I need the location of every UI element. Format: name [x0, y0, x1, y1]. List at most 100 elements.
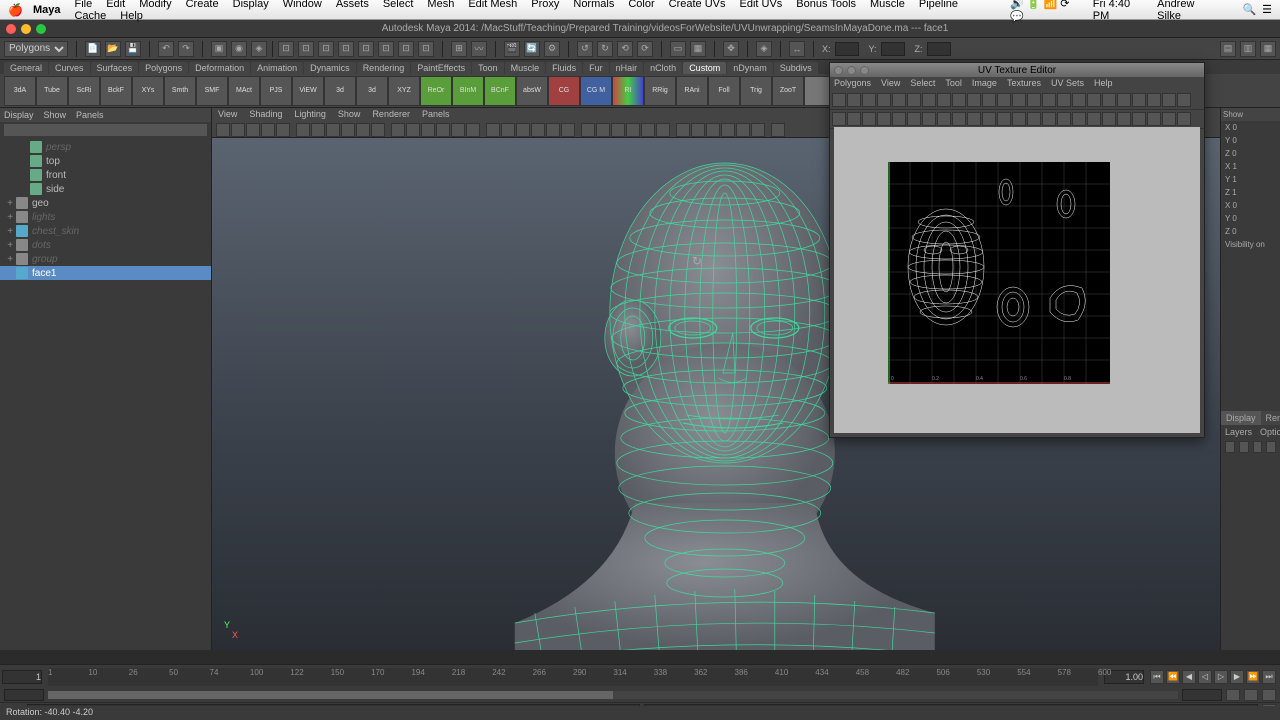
- vp-tool-6[interactable]: [311, 123, 325, 137]
- outliner-item-group[interactable]: +group: [0, 252, 211, 266]
- uv-menu-textures[interactable]: Textures: [1007, 78, 1041, 90]
- construction-history-icon[interactable]: ◈: [756, 41, 772, 57]
- uv-tool-1-19[interactable]: [1117, 112, 1131, 126]
- rewind-button[interactable]: ⏮: [1150, 670, 1164, 684]
- outliner-item-face1[interactable]: face1: [0, 266, 211, 280]
- shelf-tab-dynamics[interactable]: Dynamics: [304, 62, 356, 74]
- uv-tool-1-8[interactable]: [952, 112, 966, 126]
- outliner-item-front[interactable]: front: [0, 168, 211, 182]
- outliner-item-geo[interactable]: +geo: [0, 196, 211, 210]
- sidebar-toggle-3-icon[interactable]: ▦: [1260, 41, 1276, 57]
- sel-filter-6-icon[interactable]: ⊡: [378, 41, 394, 57]
- shelf-tab-rendering[interactable]: Rendering: [357, 62, 411, 74]
- uv-tool-0-20[interactable]: [1132, 93, 1146, 107]
- shelf-icon-17[interactable]: CG: [548, 76, 580, 106]
- uv-menu-view[interactable]: View: [881, 78, 900, 90]
- shelf-icon-8[interactable]: PJS: [260, 76, 292, 106]
- sidebar-toggle-1-icon[interactable]: ▤: [1220, 41, 1236, 57]
- sidebar-toggle-2-icon[interactable]: ▥: [1240, 41, 1256, 57]
- uv-tool-0-22[interactable]: [1162, 93, 1176, 107]
- uv-tool-0-9[interactable]: [967, 93, 981, 107]
- attr-scale-z[interactable]: Z 0: [1221, 225, 1280, 238]
- outliner-item-side[interactable]: side: [0, 182, 211, 196]
- uv-tool-0-14[interactable]: [1042, 93, 1056, 107]
- shelf-tab-fur[interactable]: Fur: [583, 62, 609, 74]
- uv-tool-1-18[interactable]: [1102, 112, 1116, 126]
- coord-y-input[interactable]: [881, 42, 905, 56]
- shelf-icon-13[interactable]: ReOr: [420, 76, 452, 106]
- layer-icon-3[interactable]: [1253, 441, 1263, 453]
- sel-filter-1-icon[interactable]: ⊡: [278, 41, 294, 57]
- range-start-field[interactable]: [4, 689, 44, 701]
- layer-tab-display[interactable]: Display: [1221, 411, 1261, 425]
- coord-z-input[interactable]: [927, 42, 951, 56]
- uv-tool-1-13[interactable]: [1027, 112, 1041, 126]
- outliner-filter-input[interactable]: [4, 124, 207, 136]
- vp-tool-12[interactable]: [406, 123, 420, 137]
- shelf-icon-6[interactable]: SMF: [196, 76, 228, 106]
- vp-menu-show[interactable]: Show: [338, 109, 361, 121]
- uv-tool-1-3[interactable]: [877, 112, 891, 126]
- vp-tool-31[interactable]: [706, 123, 720, 137]
- shelf-tab-subdivs[interactable]: Subdivs: [774, 62, 818, 74]
- save-scene-icon[interactable]: 💾: [125, 41, 141, 57]
- uv-tool-1-4[interactable]: [892, 112, 906, 126]
- shelf-icon-21[interactable]: RAni: [676, 76, 708, 106]
- shelf-icon-19[interactable]: RI: [612, 76, 644, 106]
- vp-tool-11[interactable]: [391, 123, 405, 137]
- shelf-icon-20[interactable]: RRig: [644, 76, 676, 106]
- outliner-item-top[interactable]: top: [0, 154, 211, 168]
- shelf-icon-23[interactable]: Trig: [740, 76, 772, 106]
- visibility-attr[interactable]: Visibility on: [1221, 238, 1280, 251]
- uv-tool-0-7[interactable]: [937, 93, 951, 107]
- uv-tool-1-0[interactable]: [832, 112, 846, 126]
- prefs-icon[interactable]: [1262, 689, 1276, 701]
- attr-rotate-x[interactable]: X 1: [1221, 160, 1280, 173]
- mac-menu-muscle[interactable]: Muscle: [870, 0, 905, 10]
- uv-tool-0-19[interactable]: [1117, 93, 1131, 107]
- vp-tool-34[interactable]: [751, 123, 765, 137]
- range-end-field[interactable]: [1182, 689, 1222, 701]
- mac-menu-assets[interactable]: Assets: [336, 0, 369, 10]
- vp-tool-21[interactable]: [546, 123, 560, 137]
- vp-tool-0[interactable]: [216, 123, 230, 137]
- quick-layout-2-icon[interactable]: ▦: [690, 41, 706, 57]
- shelf-icon-7[interactable]: MAct: [228, 76, 260, 106]
- snap-curve-icon[interactable]: 〰: [471, 41, 487, 57]
- shelf-tab-painteffects[interactable]: PaintEffects: [411, 62, 471, 74]
- apple-icon[interactable]: 🍎: [8, 3, 23, 17]
- uv-tool-0-17[interactable]: [1087, 93, 1101, 107]
- shelf-icon-16[interactable]: absW: [516, 76, 548, 106]
- open-scene-icon[interactable]: 📂: [105, 41, 121, 57]
- mac-menu-bonustools[interactable]: Bonus Tools: [796, 0, 856, 10]
- attr-translate-z[interactable]: Z 0: [1221, 147, 1280, 160]
- uv-menu-uvsets[interactable]: UV Sets: [1051, 78, 1084, 90]
- uv-tool-1-6[interactable]: [922, 112, 936, 126]
- attr-scale-y[interactable]: Y 0: [1221, 212, 1280, 225]
- uv-close-button[interactable]: [834, 66, 843, 75]
- redo-icon[interactable]: ↷: [178, 41, 194, 57]
- uv-tool-0-2[interactable]: [862, 93, 876, 107]
- menuset-dropdown[interactable]: Polygons: [4, 41, 68, 57]
- shelf-icon-1[interactable]: Tube: [36, 76, 68, 106]
- uv-tool-1-11[interactable]: [997, 112, 1011, 126]
- uv-menu-tool[interactable]: Tool: [945, 78, 962, 90]
- shelf-tab-deformation[interactable]: Deformation: [189, 62, 250, 74]
- vp-tool-26[interactable]: [626, 123, 640, 137]
- shelf-icon-11[interactable]: 3d: [356, 76, 388, 106]
- layer-icon-4[interactable]: [1266, 441, 1276, 453]
- uv-tool-1-5[interactable]: [907, 112, 921, 126]
- vp-menu-renderer[interactable]: Renderer: [372, 109, 410, 121]
- mac-menu-window[interactable]: Window: [283, 0, 322, 10]
- uv-tool-1-12[interactable]: [1012, 112, 1026, 126]
- shelf-icon-2[interactable]: ScRi: [68, 76, 100, 106]
- uv-tool-0-12[interactable]: [1012, 93, 1026, 107]
- uv-tool-0-16[interactable]: [1072, 93, 1086, 107]
- mac-menu-help[interactable]: Help: [120, 10, 143, 22]
- mac-menu-createuvs[interactable]: Create UVs: [669, 0, 726, 10]
- shelf-tab-toon[interactable]: Toon: [472, 62, 504, 74]
- mac-menu-edituvs[interactable]: Edit UVs: [739, 0, 782, 10]
- prev-key-button[interactable]: ◀: [1182, 670, 1196, 684]
- play-back-button[interactable]: ◁: [1198, 670, 1212, 684]
- cb-menu-show[interactable]: Show: [1223, 110, 1243, 119]
